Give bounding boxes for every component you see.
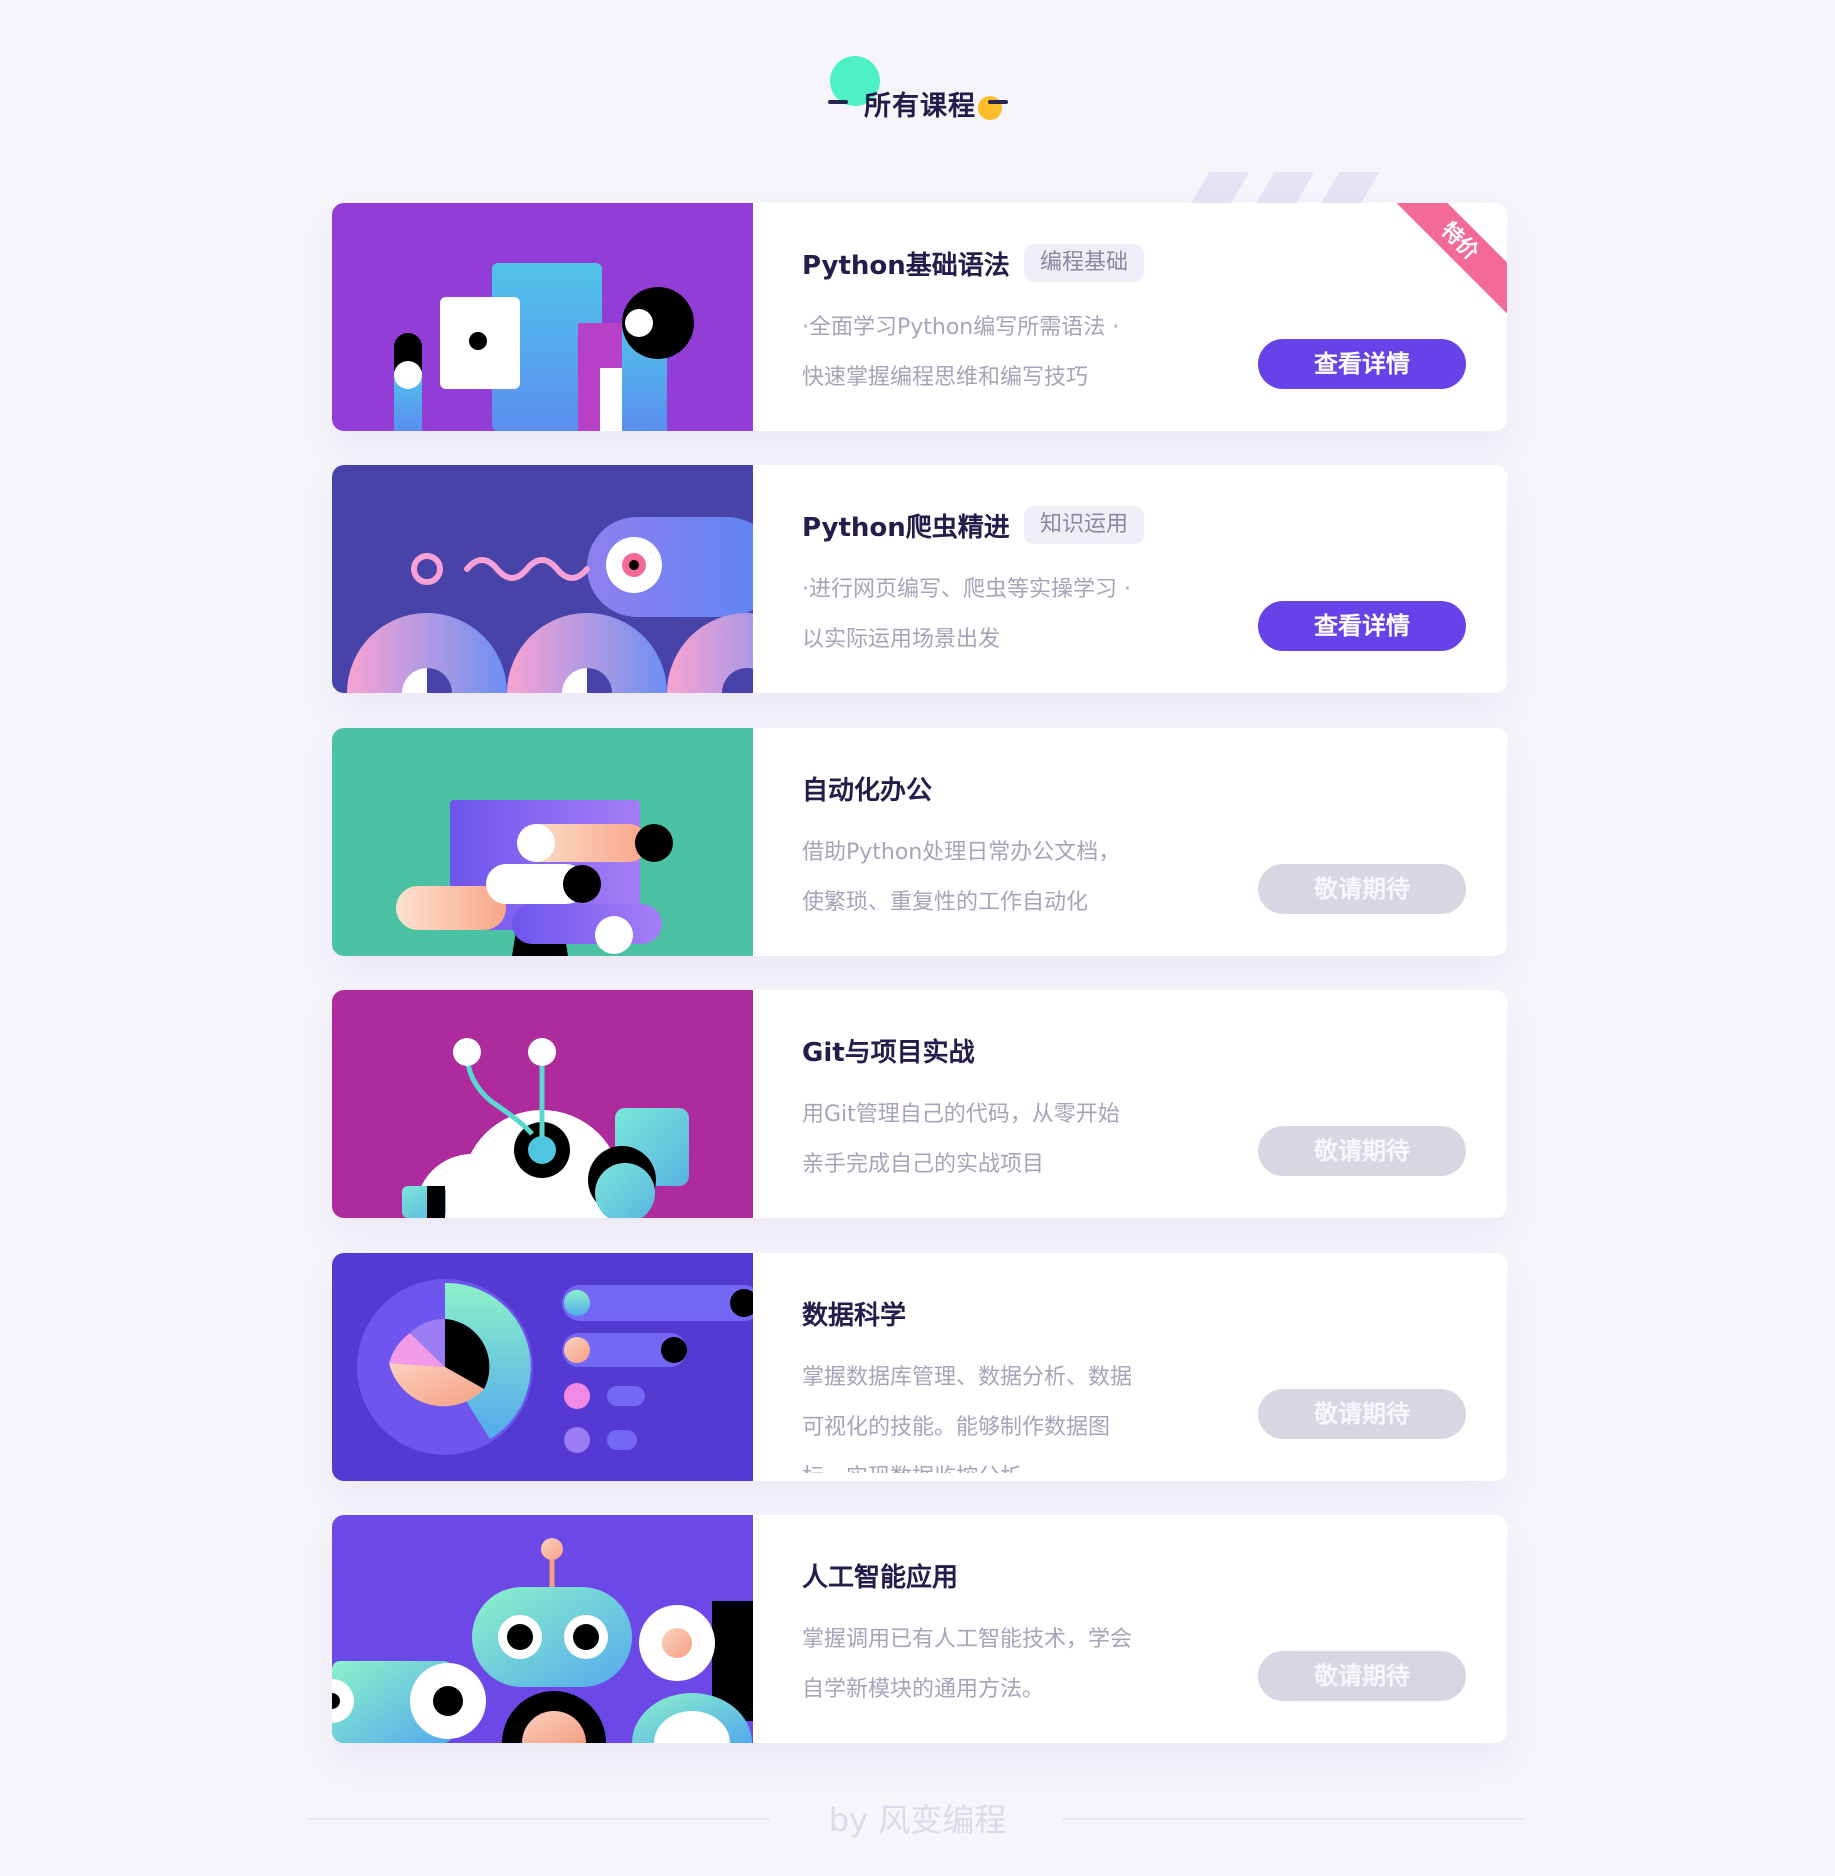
page-title: 所有课程 <box>864 91 976 122</box>
coming-soon-button[interactable]: 敬请期待 <box>1258 1389 1466 1439</box>
decor-stripes <box>1190 172 1390 204</box>
view-details-button[interactable]: 查看详情 <box>1258 601 1466 651</box>
decor-dash <box>828 100 848 104</box>
course-title: 人工智能应用 <box>802 1563 959 1593</box>
course-title: Python基础语法 <box>802 251 1010 281</box>
course-description: 用Git管理自己的代码，从零开始亲手完成自己的实战项目 <box>802 1102 1120 1177</box>
page-header: 所有课程 <box>828 52 1012 122</box>
footer-credit: by 风变编程 <box>828 1801 1007 1839</box>
sale-badge: 特价 <box>1397 203 1507 313</box>
course-tag: 编程基础 <box>1024 244 1145 282</box>
course-card[interactable]: 自动化办公 借助Python处理日常办公文档，使繁琐、重复性的工作自动化 敬请期… <box>332 728 1507 956</box>
course-tag: 知识运用 <box>1024 506 1145 544</box>
coming-soon-button[interactable]: 敬请期待 <box>1258 1126 1466 1176</box>
course-description: 借助Python处理日常办公文档，使繁琐、重复性的工作自动化 <box>802 840 1121 915</box>
python-basics-illustration <box>332 203 753 431</box>
course-card[interactable]: Python爬虫精进 知识运用 ·进行网页编写、爬虫等实操学习 ·以实际运用场景… <box>332 465 1507 693</box>
course-card[interactable]: Python基础语法 编程基础 ·全面学习Python编写所需语法 ·快速掌握编… <box>332 203 1507 431</box>
course-title: Git与项目实战 <box>802 1038 975 1068</box>
decor-dash <box>988 100 1008 104</box>
sale-ribbon: 特价 <box>1397 203 1507 313</box>
coming-soon-button[interactable]: 敬请期待 <box>1258 864 1466 914</box>
course-title: 数据科学 <box>802 1301 907 1331</box>
course-description: 掌握调用已有人工智能技术，学会自学新模块的通用方法。 <box>802 1627 1132 1702</box>
course-description: ·进行网页编写、爬虫等实操学习 ·以实际运用场景出发 <box>802 577 1131 652</box>
git-illustration <box>332 990 753 1218</box>
course-title: 自动化办公 <box>802 776 933 806</box>
spider-illustration <box>332 465 753 693</box>
course-card[interactable]: 人工智能应用 掌握调用已有人工智能技术，学会自学新模块的通用方法。 敬请期待 <box>332 1515 1507 1743</box>
view-details-button[interactable]: 查看详情 <box>1258 339 1466 389</box>
course-card[interactable]: 数据科学 掌握数据库管理、数据分析、数据可视化的技能。能够制作数据图标，实现数据… <box>332 1253 1507 1481</box>
ai-illustration <box>332 1515 753 1743</box>
automation-illustration <box>332 728 753 956</box>
course-card[interactable]: Git与项目实战 用Git管理自己的代码，从零开始亲手完成自己的实战项目 敬请期… <box>332 990 1507 1218</box>
course-title: Python爬虫精进 <box>802 513 1010 543</box>
course-description: 掌握数据库管理、数据分析、数据可视化的技能。能够制作数据图标，实现数据监控分析 <box>802 1365 1132 1473</box>
coming-soon-button[interactable]: 敬请期待 <box>1258 1651 1466 1701</box>
course-description: ·全面学习Python编写所需语法 ·快速掌握编程思维和编写技巧 <box>802 315 1120 390</box>
data-science-illustration <box>332 1253 753 1481</box>
